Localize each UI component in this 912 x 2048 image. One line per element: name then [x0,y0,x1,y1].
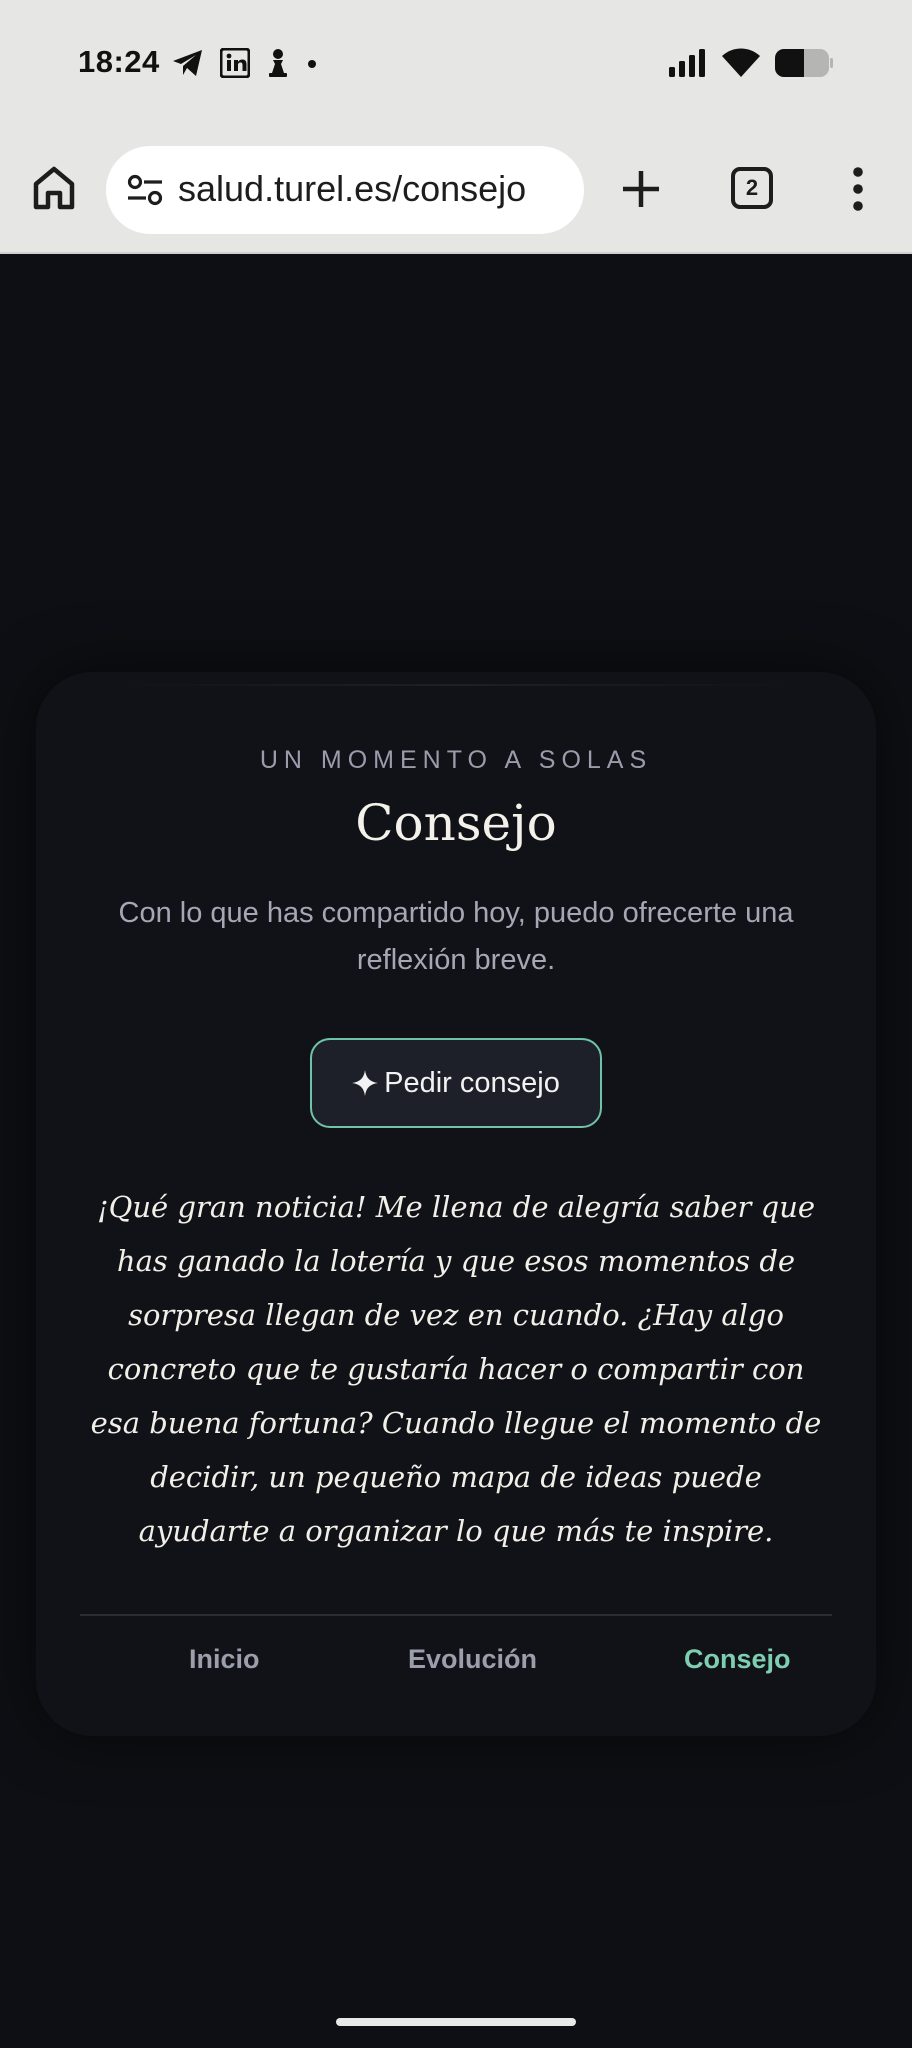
card-highlight [110,684,800,686]
home-button[interactable] [30,164,78,212]
home-indicator[interactable] [336,2018,576,2026]
nav-item-consejo[interactable]: Consejo [684,1644,791,1675]
browser-toolbar: salud.turel.es/consejo 2 [0,130,912,254]
site-settings-icon[interactable] [126,174,164,206]
status-time: 18:24 [78,44,160,79]
page-title: Consejo [355,794,557,852]
advice-card: UN MOMENTO A SOLAS Consejo Con lo que ha… [36,672,876,1736]
url-bar[interactable]: salud.turel.es/consejo [106,146,584,234]
ask-advice-label: Pedir consejo [384,1066,560,1099]
nav-item-inicio[interactable]: Inicio [189,1644,260,1675]
new-tab-button[interactable] [620,168,662,210]
advice-text: ¡Qué gran noticia! Me llena de alegría s… [90,1190,822,1548]
tab-switcher-button[interactable]: 2 [731,167,773,209]
telegram-icon [172,49,204,82]
page-subtitle: Con lo que has compartido hoy, puedo ofr… [118,897,794,976]
chess-pawn-icon [266,48,290,83]
battery-icon [774,48,834,83]
nav-item-evolucion[interactable]: Evolución [408,1644,537,1675]
sparkle-icon [352,1070,379,1096]
nav-divider [80,1614,832,1616]
plus-icon [623,171,659,207]
signal-icon [668,49,708,82]
ask-advice-button[interactable]: Pedir consejo [310,1038,602,1128]
system-icons [668,48,834,83]
notification-icons [172,47,318,83]
more-vert-icon [853,167,863,211]
status-bar: 18:24 [0,0,912,130]
more-menu-button[interactable] [840,164,876,214]
eyebrow-label: UN MOMENTO A SOLAS [259,746,653,774]
dot-icon [306,57,318,75]
url-text: salud.turel.es/consejo [178,168,527,209]
linkedin-icon [219,47,251,83]
wifi-icon [722,48,760,83]
home-icon [33,166,75,210]
bottom-nav: Inicio Evolución Consejo [80,1644,832,1694]
